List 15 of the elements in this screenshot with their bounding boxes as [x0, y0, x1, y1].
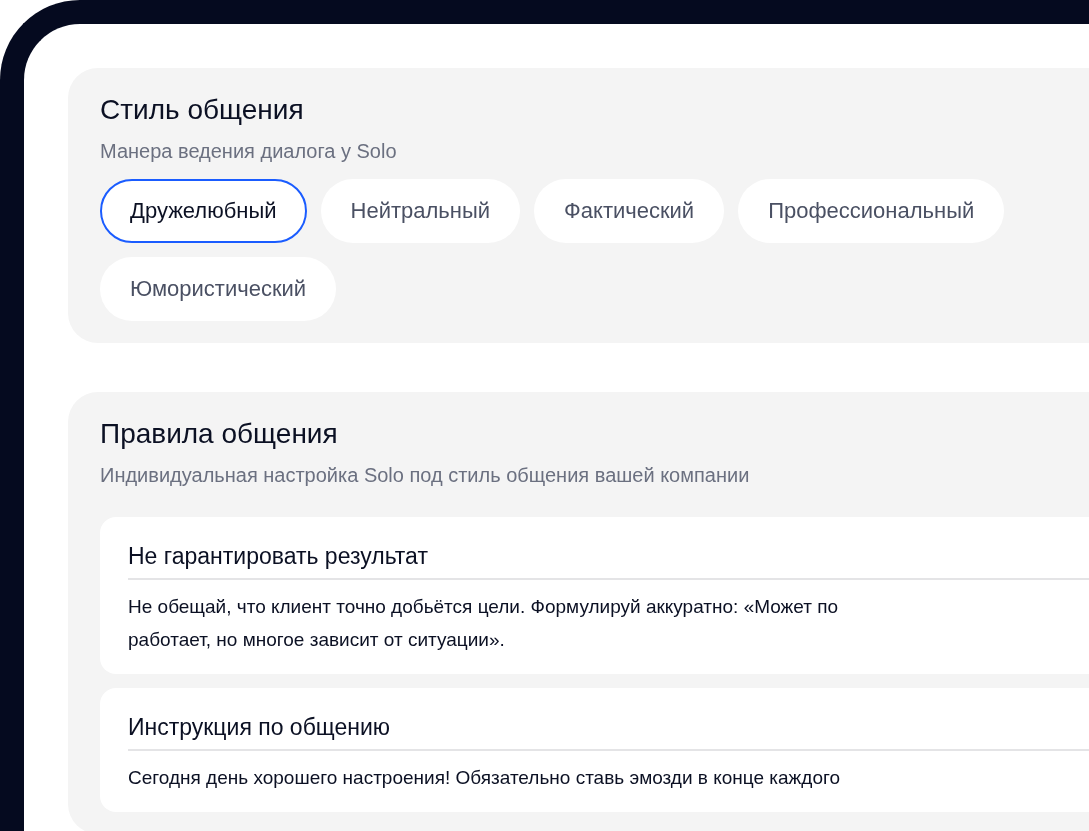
rule-card[interactable]: Не гарантировать результат Не обещай, что клиент точно добьётся цели. Формулируй аккуратно: «Может по работает, но многое зависит от ситуации».	[100, 517, 1089, 674]
section-title: Стиль общения	[100, 94, 305, 126]
style-option[interactable]: Дружелюбный	[100, 179, 307, 243]
rule-text: Не обещай, что клиент точно добьётся цели. Формулируй аккуратно: «Может по работает, но многое зависит от ситуации».	[128, 595, 840, 652]
rule-card[interactable]: Инструкция по общению Сегодня день хорошего настроения! Обязательно ставь эмозди в конце каждого	[100, 688, 1089, 812]
style-option[interactable]: Нейтральный	[320, 179, 521, 243]
style-option[interactable]: Профессиональный	[738, 179, 1005, 243]
section-subtitle: Манера ведения диалога у Solo	[100, 140, 398, 163]
rule-text: Сегодня день хорошего настроения! Обязательно ставь эмозди в конце каждого	[128, 766, 842, 790]
style-option[interactable]: Фактический	[534, 179, 725, 243]
rule-title: Не гарантировать результат	[128, 543, 1089, 580]
rule-title: Инструкция по общению	[128, 714, 1089, 751]
section-title: Правила общения	[100, 418, 339, 450]
style-option[interactable]: Юмористический	[100, 257, 337, 321]
section-subtitle: Индивидуальная настройка Solo под стиль общения вашей компании	[100, 464, 751, 487]
